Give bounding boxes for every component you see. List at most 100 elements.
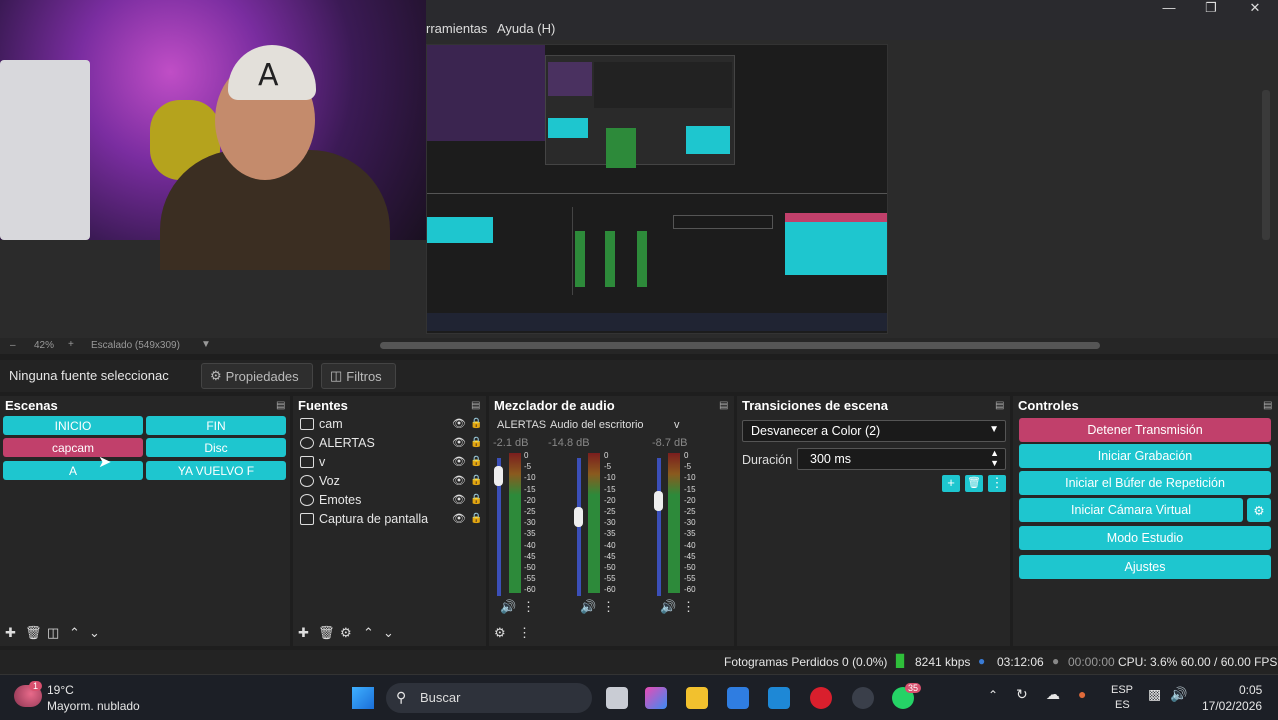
remove-scene-icon[interactable]: 🗑 — [25, 625, 42, 641]
kebab-menu-icon[interactable]: ⋮ — [682, 599, 695, 615]
eye-icon[interactable]: 👁 — [452, 512, 466, 525]
volume-icon[interactable]: 🔊 — [1170, 686, 1187, 703]
lang-top[interactable]: ESP — [1111, 684, 1133, 696]
kebab-menu-icon[interactable]: ⋮ — [518, 625, 531, 641]
dock-pin-icon[interactable]: ▤ — [276, 400, 285, 411]
mic-icon[interactable]: ● — [1078, 686, 1086, 702]
windows-start-icon[interactable] — [352, 687, 374, 709]
weather-temp: 19°C — [47, 683, 74, 697]
preview-hscrollbar[interactable] — [380, 342, 1100, 349]
lock-icon[interactable]: 🔒 — [470, 475, 482, 486]
lock-icon[interactable]: 🔒 — [470, 494, 482, 505]
obs-icon[interactable] — [852, 687, 874, 709]
channel-name: v — [674, 419, 680, 431]
transition-menu-button[interactable]: ⋮ — [988, 475, 1006, 492]
scene-fin[interactable]: FIN — [146, 416, 286, 435]
store-icon[interactable] — [727, 687, 749, 709]
scene-disc[interactable]: Disc — [146, 438, 286, 457]
spinner-icon[interactable]: ▲ ▼ — [990, 448, 999, 468]
zoom-in-icon[interactable]: + — [68, 339, 74, 350]
chevron-up-icon[interactable]: ⌃ — [988, 688, 998, 702]
nested-taskbar — [427, 313, 887, 331]
zoom-out-icon[interactable]: – — [10, 340, 16, 351]
scene-inicio[interactable]: INICIO — [3, 416, 143, 435]
cloud-icon[interactable]: ☁ — [1046, 686, 1060, 703]
speaker-icon[interactable]: 🔊 — [660, 599, 676, 615]
webcam-overlay: A — [0, 0, 426, 270]
close-icon[interactable]: ✕ — [1240, 0, 1270, 16]
filters-button[interactable]: ◫ Filtros — [321, 363, 396, 389]
dock-pin-icon[interactable]: ▤ — [719, 400, 728, 411]
minimize-icon[interactable]: — — [1154, 0, 1184, 15]
scene-a[interactable]: A — [3, 461, 143, 480]
add-source-icon[interactable]: ✚ — [298, 625, 309, 641]
lock-icon[interactable]: 🔒 — [470, 513, 482, 524]
menu-herramientas[interactable]: rramientas — [426, 21, 487, 36]
copilot-icon[interactable] — [645, 687, 667, 709]
settings-button[interactable]: Ajustes — [1019, 555, 1271, 579]
start-recording-button[interactable]: Iniciar Grabación — [1019, 444, 1271, 468]
kebab-menu-icon[interactable]: ⋮ — [522, 599, 535, 615]
virtual-camera-button[interactable]: Iniciar Cámara Virtual — [1019, 498, 1243, 522]
lock-icon[interactable]: 🔒 — [470, 418, 482, 429]
duration-input[interactable]: 300 ms ▲ ▼ — [797, 448, 1006, 470]
volume-slider-track[interactable] — [657, 458, 661, 596]
properties-button[interactable]: ⚙ Propiedades — [201, 363, 313, 389]
virtual-camera-settings-button[interactable]: ⚙ — [1247, 498, 1271, 522]
eye-icon[interactable]: 👁 — [452, 436, 466, 449]
preview-scrollbar[interactable] — [1262, 90, 1270, 240]
add-scene-icon[interactable]: ✚ — [5, 625, 16, 641]
preview-canvas[interactable] — [426, 44, 888, 334]
eye-icon[interactable]: 👁 — [452, 455, 466, 468]
task-view-icon[interactable] — [606, 687, 628, 709]
meter-tick-label: -10 — [684, 473, 696, 483]
move-up-icon[interactable]: ⌃ — [69, 625, 80, 641]
move-down-icon[interactable]: ⌄ — [383, 625, 394, 641]
source-settings-icon[interactable]: ⚙ — [340, 625, 352, 641]
volume-slider-handle[interactable] — [574, 507, 583, 527]
eye-icon[interactable]: 👁 — [452, 417, 466, 430]
mixer-settings-icon[interactable]: ⚙ — [494, 625, 506, 641]
maximize-icon[interactable]: ❐ — [1196, 0, 1226, 16]
clock-time[interactable]: 0:05 — [1239, 683, 1262, 697]
remove-source-icon[interactable]: 🗑 — [318, 625, 335, 641]
search-box[interactable]: ⚲ Buscar — [386, 683, 592, 713]
meter-tick-label: -45 — [604, 551, 616, 561]
move-up-icon[interactable]: ⌃ — [363, 625, 374, 641]
eye-icon[interactable]: 👁 — [452, 493, 466, 506]
network-icon[interactable]: ▩ — [1148, 686, 1161, 703]
lock-icon[interactable]: 🔒 — [470, 437, 482, 448]
sync-icon[interactable]: ↻ — [1016, 686, 1028, 703]
volume-slider-handle[interactable] — [654, 491, 663, 511]
kebab-menu-icon[interactable]: ⋮ — [602, 599, 615, 615]
meter-tick-label: -10 — [604, 473, 616, 483]
opera-icon[interactable] — [810, 687, 832, 709]
scene-ya-vuelvo[interactable]: YA VUELVO F — [146, 461, 286, 480]
speaker-icon[interactable]: 🔊 — [580, 599, 596, 615]
transition-select[interactable]: Desvanecer a Color (2) ▼ — [742, 420, 1006, 442]
scene-capcam[interactable]: capcam — [3, 438, 143, 457]
file-explorer-icon[interactable] — [686, 687, 708, 709]
lang-bottom: ES — [1115, 699, 1130, 711]
volume-slider-handle[interactable] — [494, 466, 503, 486]
eye-icon[interactable]: 👁 — [452, 474, 466, 487]
move-down-icon[interactable]: ⌄ — [89, 625, 100, 641]
speaker-icon[interactable]: 🔊 — [500, 599, 516, 615]
remove-transition-button[interactable]: 🗑 — [965, 475, 983, 492]
menu-ayuda[interactable]: Ayuda (H) — [497, 21, 555, 36]
replay-buffer-button[interactable]: Iniciar el Búfer de Repetición — [1019, 471, 1271, 495]
add-transition-button[interactable]: + — [942, 475, 960, 492]
volume-slider-track[interactable] — [577, 458, 581, 596]
chevron-down-icon[interactable]: ▼ — [201, 339, 211, 350]
meter-tick-label: -25 — [604, 507, 616, 516]
filter-scene-icon[interactable]: ◫ — [47, 625, 59, 641]
studio-mode-button[interactable]: Modo Estudio — [1019, 526, 1271, 550]
stop-stream-button[interactable]: Detener Transmisión — [1019, 418, 1271, 442]
dock-pin-icon[interactable]: ▤ — [471, 400, 480, 411]
meter-tick-label: 0 — [524, 451, 529, 460]
dock-pin-icon[interactable]: ▤ — [995, 400, 1004, 411]
bitrate: 8241 kbps — [915, 655, 971, 669]
outlook-icon[interactable] — [768, 687, 790, 709]
dock-pin-icon[interactable]: ▤ — [1263, 400, 1272, 411]
lock-icon[interactable]: 🔒 — [470, 456, 482, 467]
